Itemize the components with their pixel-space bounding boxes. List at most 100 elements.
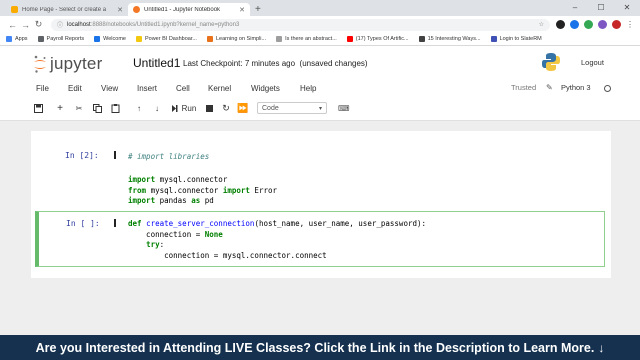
copy-icon[interactable] <box>91 102 103 115</box>
menu-insert[interactable]: Insert <box>137 84 157 93</box>
new-tab-button[interactable]: + <box>255 3 261 16</box>
bookmark-apps[interactable]: Apps <box>6 36 28 42</box>
browser-tab-strip: Home Page - Select or create a ✕ Untitle… <box>0 0 640 16</box>
move-up-icon[interactable]: ↑ <box>133 102 145 115</box>
move-down-icon[interactable]: ↓ <box>151 102 163 115</box>
code-line: from mysql.connector import Error <box>128 185 278 195</box>
menu-kebab-icon[interactable]: ⋮ <box>626 20 634 29</box>
cell-input-area[interactable]: def create_server_connection(host_name, … <box>123 215 598 263</box>
extension-icon[interactable] <box>556 20 565 29</box>
text-cursor-icon <box>114 219 116 227</box>
profile-avatar[interactable] <box>612 20 621 29</box>
python-logo-icon <box>542 53 560 71</box>
edit-pencil-icon[interactable]: ✎ <box>546 83 553 92</box>
reload-icon[interactable]: ↻ <box>32 19 45 30</box>
run-button[interactable]: Run <box>169 102 199 115</box>
menu-edit[interactable]: Edit <box>68 84 82 93</box>
apps-grid-icon <box>6 36 12 42</box>
restart-run-all-icon[interactable]: ⏩ <box>237 102 249 115</box>
info-icon[interactable]: ⓘ <box>57 20 63 29</box>
banner-text: Are you Interested in Attending LIVE Cla… <box>35 340 595 355</box>
jupyter-favicon-icon <box>133 6 140 13</box>
jupyter-logo[interactable]: jupyter <box>33 54 102 74</box>
bookmark-favicon-icon <box>276 36 283 42</box>
bookmarks-bar: Apps Payroll Reports Welcome Power BI Da… <box>0 33 640 46</box>
menu-file[interactable]: File <box>36 84 49 93</box>
code-line: import pandas as pd <box>128 196 214 205</box>
bookmark-slaterm[interactable]: Login to SlateRM <box>490 36 542 42</box>
bookmark-favicon-icon <box>37 36 44 42</box>
extensions: ⋮ <box>556 20 634 29</box>
bookmark-youtube[interactable]: (17) Types Of Artific... <box>346 36 409 42</box>
menu-view[interactable]: View <box>101 84 118 93</box>
forward-icon[interactable]: → <box>19 20 32 30</box>
extension-icon[interactable] <box>584 20 593 29</box>
save-icon[interactable] <box>32 102 44 115</box>
menu-help[interactable]: Help <box>300 84 316 93</box>
promo-banner[interactable]: Are you Interested in Attending LIVE Cla… <box>0 335 640 360</box>
unsaved-indicator: (unsaved changes) <box>299 59 368 68</box>
back-icon[interactable]: ← <box>6 20 19 30</box>
tab-title: Home Page - Select or create a <box>22 6 107 13</box>
input-prompt: In [2]: <box>65 151 99 160</box>
text-cursor-icon <box>114 151 116 159</box>
jupyter-header: jupyter Untitled1 Last Checkpoint: 7 min… <box>0 46 640 80</box>
maximize-icon[interactable]: ☐ <box>588 0 614 14</box>
kernel-name[interactable]: Python 3 <box>561 83 591 92</box>
extension-icon[interactable] <box>570 20 579 29</box>
insert-cell-below-icon[interactable]: + <box>54 102 66 115</box>
url-path: :8888/notebooks/Untitled1.ipynb?kernel_n… <box>90 21 240 28</box>
code-line: def create_server_connection(host_name, … <box>128 219 427 228</box>
notebook-title[interactable]: Untitled1 <box>133 56 180 70</box>
paste-icon[interactable] <box>109 102 121 115</box>
close-tab-icon[interactable]: ✕ <box>239 6 245 14</box>
bookmark-favicon-icon <box>418 36 425 42</box>
bookmark-abstract[interactable]: Is there an abstract... <box>276 36 337 42</box>
close-tab-icon[interactable]: ✕ <box>117 6 123 14</box>
trusted-indicator[interactable]: Trusted <box>511 83 536 92</box>
cut-icon[interactable]: ✂ <box>73 102 85 115</box>
menu-widgets[interactable]: Widgets <box>251 84 280 93</box>
bookmark-favicon-icon <box>490 36 497 42</box>
checkpoint-status: Last Checkpoint: 7 minutes ago (unsaved … <box>183 59 368 68</box>
logout-button[interactable]: Logout <box>581 58 604 67</box>
notebook-toolbar: + ✂ ↑ ↓ Run ↻ ⏩ Code ▾ ⌨ <box>0 97 640 121</box>
bookmark-payroll[interactable]: Payroll Reports <box>37 36 84 42</box>
browser-tab-home[interactable]: Home Page - Select or create a ✕ <box>6 3 128 16</box>
cell-type-select[interactable]: Code ▾ <box>257 102 327 114</box>
bookmark-star-icon[interactable]: ☆ <box>539 21 544 28</box>
jupyter-logo-icon <box>34 55 46 73</box>
restart-kernel-icon[interactable]: ↻ <box>220 102 232 115</box>
close-window-icon[interactable]: ✕ <box>614 0 640 14</box>
menu-kernel[interactable]: Kernel <box>208 84 231 93</box>
menubar: File Edit View Insert Cell Kernel Widget… <box>0 80 640 97</box>
bookmark-ways[interactable]: 15 Interesting Ways... <box>418 36 481 42</box>
bookmark-powerbi[interactable]: Power BI Dashboar... <box>135 36 197 42</box>
arrow-down-icon: ↓ <box>598 340 605 355</box>
bookmark-favicon-icon <box>206 36 213 42</box>
code-cell[interactable]: In [2]: # import libraries import mysql.… <box>35 145 605 209</box>
bookmark-simplilearn[interactable]: Learning on Simpli... <box>206 36 266 42</box>
code-line: try: <box>146 240 165 249</box>
cell-input-area[interactable]: # import libraries import mysql.connecto… <box>123 147 599 207</box>
minimize-icon[interactable]: – <box>562 0 588 14</box>
keyboard-icon[interactable]: ⌨ <box>338 104 350 113</box>
run-label: Run <box>181 104 197 113</box>
notebook-container: In [2]: # import libraries import mysql.… <box>31 131 611 278</box>
input-prompt: In [ ]: <box>66 219 100 228</box>
tab-favicon-icon <box>11 6 18 13</box>
code-line: connection = mysql.connector.connect <box>128 250 327 260</box>
run-icon <box>171 105 178 112</box>
bookmark-welcome[interactable]: Welcome <box>94 36 126 42</box>
url-field[interactable]: ⓘ localhost :8888/notebooks/Untitled1.ip… <box>51 18 550 31</box>
code-line: # import libraries <box>128 152 210 161</box>
address-bar-row: ← → ↻ ⓘ localhost :8888/notebooks/Untitl… <box>0 16 640 33</box>
kernel-status-icon <box>604 85 611 92</box>
extension-icon[interactable] <box>598 20 607 29</box>
youtube-icon <box>346 36 353 42</box>
browser-tab-notebook[interactable]: Untitled1 - Jupyter Notebook ✕ <box>128 3 250 16</box>
menu-cell[interactable]: Cell <box>176 84 190 93</box>
code-line: import mysql.connector <box>128 175 228 184</box>
code-cell-selected[interactable]: In [ ]: def create_server_connection(hos… <box>35 211 605 267</box>
interrupt-kernel-icon[interactable] <box>203 102 215 115</box>
